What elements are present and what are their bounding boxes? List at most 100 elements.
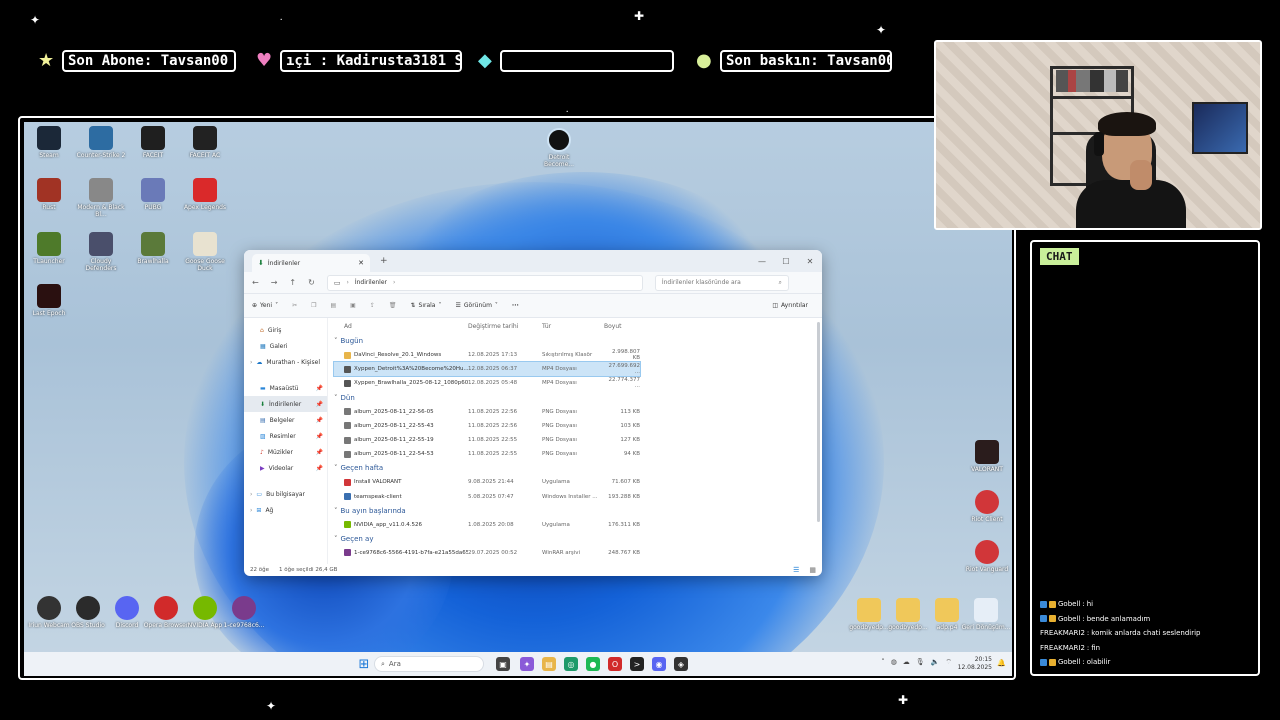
discord-icon[interactable]: ◉ <box>652 657 666 671</box>
tiles-view-icon[interactable]: ▦ <box>809 566 816 574</box>
desktop-icon[interactable]: FACEIT AC <box>180 126 230 159</box>
network-tray-icon[interactable]: ◍ <box>891 658 897 667</box>
opera-icon[interactable]: O <box>608 657 622 671</box>
nav-item-network[interactable]: › ⊞ Ağ <box>244 502 327 518</box>
file-row[interactable]: Xyppen_Brawlhalla_2025-08-12_1080p60 12.0… <box>334 376 822 390</box>
task-view-icon[interactable]: ▣ <box>496 657 510 671</box>
file-row[interactable]: album_2025-08-11_22-56-05 11.08.2025 22:5… <box>334 405 822 419</box>
nav-item-this-pc[interactable]: › ▭ Bu bilgisayar <box>244 486 327 502</box>
maximize-button[interactable]: ☐ <box>774 257 798 266</box>
desktop-icon[interactable]: Geri Dönüşüm... <box>961 598 1011 631</box>
desktop-icon[interactable]: Last Epoch <box>24 284 74 317</box>
nav-item-music[interactable]: ♪ Müzikler 📌 <box>244 444 327 460</box>
edge-icon[interactable]: ◎ <box>564 657 578 671</box>
nav-item-pictures[interactable]: ▨ Resimler 📌 <box>244 428 327 444</box>
desktop-icon[interactable]: Brawlhalla <box>128 232 178 265</box>
file-name: Install VALORANT <box>334 478 468 486</box>
file-row[interactable]: teamspeak-client 5.08.2025 07:47 Windows I… <box>334 490 822 504</box>
new-tab-button[interactable]: + <box>380 256 388 266</box>
copy-icon[interactable]: ❐ <box>311 302 316 309</box>
explorer-tab[interactable]: ⬇ İndirilenler ✕ <box>252 254 370 272</box>
more-button[interactable]: ··· <box>512 302 519 309</box>
paste-icon[interactable]: ▤ <box>330 302 336 309</box>
desktop-icon[interactable]: VALORANT <box>962 440 1012 473</box>
details-view-icon[interactable]: ☰ <box>793 566 799 574</box>
nav-item-documents[interactable]: ▤ Belgeler 📌 <box>244 412 327 428</box>
group-header[interactable]: ˅ Dün <box>334 391 822 405</box>
new-button[interactable]: ⊕ Yeni ˅ <box>252 302 278 309</box>
column-header-name[interactable]: Ad <box>334 323 468 330</box>
share-icon[interactable]: ⇪ <box>370 302 375 309</box>
column-header-type[interactable]: Tür <box>542 323 604 330</box>
nav-item-desktop[interactable]: ▬ Masaüstü 📌 <box>244 380 327 396</box>
clock[interactable]: 20:15 12.08.2025 <box>958 656 992 672</box>
riot-icon[interactable]: ◈ <box>674 657 688 671</box>
desktop-icon[interactable]: Cloudy Defenders <box>76 232 126 272</box>
desktop-icon[interactable]: 1-ce9768c6... <box>219 596 269 629</box>
details-button[interactable]: ◫ Ayrıntılar <box>772 302 808 309</box>
up-arrow-icon[interactable]: ↑ <box>289 278 296 287</box>
file-explorer-icon[interactable]: ▤ <box>542 657 556 671</box>
column-header-size[interactable]: Boyut <box>604 323 640 330</box>
file-row[interactable]: 1-ce9768c6-5566-4191-b7fa-e21a55da65... 2… <box>334 546 822 560</box>
nav-item-gallery[interactable]: ▦ Galeri <box>244 338 327 354</box>
nav-item-downloads[interactable]: ⬇ İndirilenler 📌 <box>244 396 327 412</box>
desktop-icon[interactable]: Riot Vanguard <box>962 540 1012 573</box>
file-row[interactable]: Xyppen_Detroit%3A%20Become%20Hu... 12.08.… <box>333 361 641 378</box>
delete-icon[interactable]: 🗑 <box>389 302 397 309</box>
close-tab-icon[interactable]: ✕ <box>358 259 364 267</box>
file-row[interactable]: Install VALORANT 9.08.2025 21:44 Uygulama 7… <box>334 475 822 489</box>
cut-icon[interactable]: ✂ <box>292 302 297 309</box>
rename-icon[interactable]: ▣ <box>350 302 356 309</box>
close-window-button[interactable]: ✕ <box>798 257 822 266</box>
speaker-icon[interactable]: 🔈 <box>931 658 940 667</box>
nav-label: Müzikler <box>267 448 293 456</box>
nav-item-home[interactable]: ⌂ Giriş <box>244 322 327 338</box>
file-name-text: album_2025-08-11_22-55-19 <box>354 437 434 444</box>
desktop-icon[interactable]: TLauncher <box>24 232 74 265</box>
group-header[interactable]: ˅ Bu ayın başlarında <box>334 504 822 518</box>
file-row[interactable]: album_2025-08-11_22-54-53 11.08.2025 22:5… <box>334 447 822 461</box>
scrollbar[interactable] <box>817 322 820 522</box>
refresh-icon[interactable]: ↻ <box>308 278 315 287</box>
search-input[interactable]: İndirilenler klasöründe ara ⌕ <box>654 274 789 291</box>
desktop-icon[interactable]: Apex Legends <box>180 178 230 211</box>
desktop-icon[interactable]: FACEIT <box>128 126 178 159</box>
minimize-button[interactable]: — <box>750 257 774 266</box>
desktop-icon[interactable]: Steam <box>24 126 74 159</box>
file-row[interactable]: DaVinci_Resolve_20.1_Windows 12.08.2025 1… <box>334 348 822 362</box>
group-header[interactable]: ˅ Geçen hafta <box>334 461 822 475</box>
file-row[interactable]: NVIDIA_app_v11.0.4.526 1.08.2025 20:08 Uyg… <box>334 518 822 532</box>
file-type: MP4 Dosyası <box>542 366 577 373</box>
nav-item-videos[interactable]: ▶ Videolar 📌 <box>244 460 327 476</box>
file-row[interactable]: album_2025-08-11_22-55-19 11.08.2025 22:5… <box>334 433 822 447</box>
terminal-icon[interactable]: > <box>630 657 644 671</box>
column-header-date[interactable]: Değiştirme tarihi <box>468 323 542 330</box>
start-icon[interactable]: ⊞ <box>357 657 371 672</box>
desktop-icon[interactable]: Goose Goose Duck <box>180 232 230 272</box>
desktop-icon-detroit[interactable]: Detroit Become... <box>534 128 584 168</box>
copilot-icon[interactable]: ✦ <box>520 657 534 671</box>
view-button[interactable]: ☰ Görünüm ˅ <box>455 302 497 309</box>
address-bar[interactable]: ▭ › İndirilenler › <box>326 274 643 291</box>
desktop-icon[interactable]: PUBG <box>128 178 178 211</box>
sort-button[interactable]: ⇅ Sırala ˅ <box>410 302 441 309</box>
wifi-icon[interactable]: ⌔ <box>945 658 952 667</box>
file-row[interactable]: album_2025-08-11_22-55-43 11.08.2025 22:5… <box>334 419 822 433</box>
desktop-icon[interactable]: Counter-Strike 2 <box>76 126 126 159</box>
desktop-icon[interactable]: Modern & Black Bl... <box>76 178 126 218</box>
group-header[interactable]: ˅ Geçen ay <box>334 532 822 546</box>
bell-icon[interactable]: 🔔 <box>997 659 1006 667</box>
spotify-icon[interactable]: ● <box>586 657 600 671</box>
chevron-up-icon[interactable]: ˄ <box>881 658 885 667</box>
nav-item-onedrive[interactable]: › ☁ Murathan - Kişisel <box>244 354 327 370</box>
desktop-icon[interactable]: Rust <box>24 178 74 211</box>
mic-tray-icon[interactable]: 🎙 <box>916 658 925 667</box>
cloud-tray-icon[interactable]: ☁ <box>903 658 910 667</box>
desktop-icon[interactable]: Riot Client <box>962 490 1012 523</box>
group-header[interactable]: ˅ Bugün <box>334 334 822 348</box>
taskbar-search[interactable]: ⌕ Ara <box>374 656 484 672</box>
chevron-right-icon: › <box>250 490 253 498</box>
back-arrow-icon[interactable]: ← <box>252 278 259 287</box>
forward-arrow-icon[interactable]: → <box>271 278 278 287</box>
